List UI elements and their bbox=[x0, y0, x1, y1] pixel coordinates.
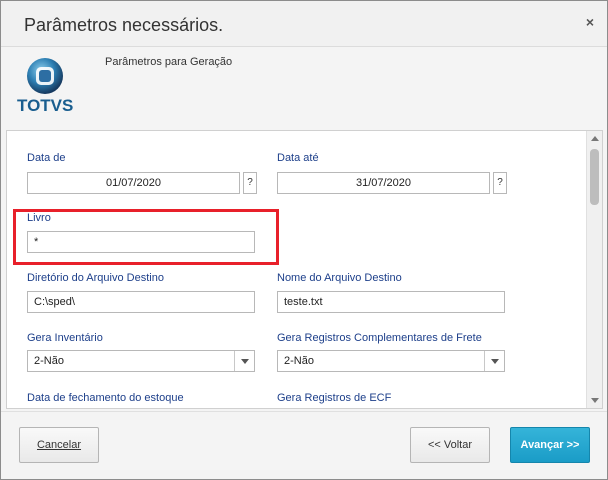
data-de-help-button[interactable]: ? bbox=[243, 172, 257, 194]
gera-registros-frete-label: Gera Registros Complementares de Frete bbox=[277, 332, 482, 344]
nome-arquivo-input[interactable]: teste.txt bbox=[277, 291, 505, 313]
chevron-down-icon[interactable] bbox=[484, 351, 504, 371]
data-ate-label: Data até bbox=[277, 152, 319, 164]
scrollbar-thumb[interactable] bbox=[590, 149, 599, 205]
chevron-down-icon[interactable] bbox=[234, 351, 254, 371]
totvs-logo-icon bbox=[27, 58, 63, 94]
cancel-button-label: Cancelar bbox=[36, 439, 82, 451]
dialog-titlebar: Parâmetros necessários. × bbox=[1, 1, 607, 47]
diretorio-input[interactable]: C:\sped\ bbox=[27, 291, 255, 313]
gera-inventario-value: 2-Não bbox=[34, 355, 64, 367]
dialog-footer: Cancelar << Voltar Avançar >> bbox=[1, 411, 607, 479]
form-panel: Data de 01/07/2020 ? Data até 31/07/2020… bbox=[6, 130, 603, 409]
dialog-title: Parâmetros necessários. bbox=[24, 15, 224, 35]
next-button-label: Avançar >> bbox=[520, 439, 580, 451]
data-de-label: Data de bbox=[27, 152, 66, 164]
totvs-logo: TOTVS bbox=[17, 56, 73, 116]
gera-registros-frete-select[interactable]: 2-Não bbox=[277, 350, 505, 372]
logo-text: TOTVS bbox=[17, 96, 74, 115]
data-ate-input[interactable]: 31/07/2020 bbox=[277, 172, 490, 194]
data-de-input[interactable]: 01/07/2020 bbox=[27, 172, 240, 194]
gera-registros-frete-value: 2-Não bbox=[284, 355, 314, 367]
next-button[interactable]: Avançar >> bbox=[510, 427, 590, 463]
gera-registros-ecf-label: Gera Registros de ECF bbox=[277, 392, 392, 404]
scroll-down-arrow-icon[interactable] bbox=[591, 398, 599, 403]
page-subtitle: Parâmetros para Geração bbox=[105, 56, 233, 68]
dialog-header: TOTVS Parâmetros para Geração bbox=[1, 48, 607, 128]
vertical-scrollbar[interactable] bbox=[586, 131, 602, 408]
diretorio-label: Diretório do Arquivo Destino bbox=[27, 272, 164, 284]
gera-inventario-label: Gera Inventário bbox=[27, 332, 103, 344]
gera-inventario-select[interactable]: 2-Não bbox=[27, 350, 255, 372]
nome-arquivo-label: Nome do Arquivo Destino bbox=[277, 272, 402, 284]
data-ate-help-button[interactable]: ? bbox=[493, 172, 507, 194]
close-icon[interactable]: × bbox=[586, 14, 594, 30]
back-button[interactable]: << Voltar bbox=[410, 427, 490, 463]
cancel-button[interactable]: Cancelar bbox=[19, 427, 99, 463]
parameters-dialog: Parâmetros necessários. × TOTVS Parâmetr… bbox=[0, 0, 608, 480]
scroll-up-arrow-icon[interactable] bbox=[591, 136, 599, 141]
data-fechamento-label: Data de fechamento do estoque bbox=[27, 392, 184, 404]
livro-highlight-box bbox=[13, 209, 279, 265]
back-button-label: << Voltar bbox=[427, 439, 473, 451]
